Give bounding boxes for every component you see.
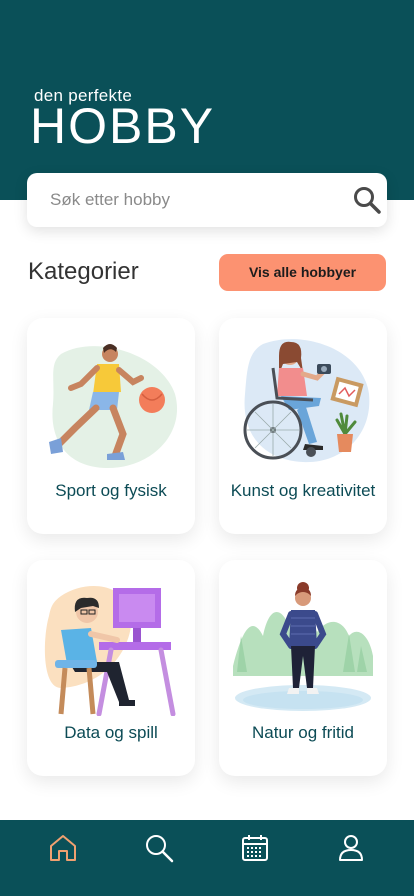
- search-placeholder: Søk etter hobby: [50, 190, 171, 209]
- category-label: Data og spill: [64, 723, 158, 742]
- category-label: Natur og fritid: [251, 723, 355, 742]
- search-bar[interactable]: Søk etter hobby: [27, 173, 387, 227]
- computer-gamer-illustration: [44, 586, 176, 716]
- home-icon[interactable]: [47, 832, 79, 864]
- runner-illustration: [49, 344, 178, 469]
- header-title: HOBBY: [30, 98, 216, 154]
- category-card-sport[interactable]: Sport og fysisk: [27, 318, 195, 534]
- category-label: Kunst og kreativitet: [230, 481, 376, 500]
- calendar-icon[interactable]: [239, 832, 271, 864]
- category-label: Sport og fysisk: [55, 481, 167, 500]
- nature-walker-illustration: [233, 582, 373, 711]
- profile-icon[interactable]: [335, 832, 367, 864]
- categories-heading: Kategorier: [28, 258, 139, 285]
- search-icon[interactable]: [143, 832, 175, 864]
- category-card-nature[interactable]: Natur og fritid: [219, 560, 387, 776]
- artist-wheelchair-illustration: [243, 339, 370, 463]
- bottom-navigation: [0, 820, 414, 896]
- view-all-hobbies-button[interactable]: Vis alle hobbyer: [219, 254, 386, 291]
- category-card-art[interactable]: Kunst og kreativitet: [219, 318, 387, 534]
- search-icon[interactable]: [352, 185, 382, 215]
- header-banner: den perfekte HOBBY: [0, 0, 414, 200]
- category-card-data[interactable]: Data og spill: [27, 560, 195, 776]
